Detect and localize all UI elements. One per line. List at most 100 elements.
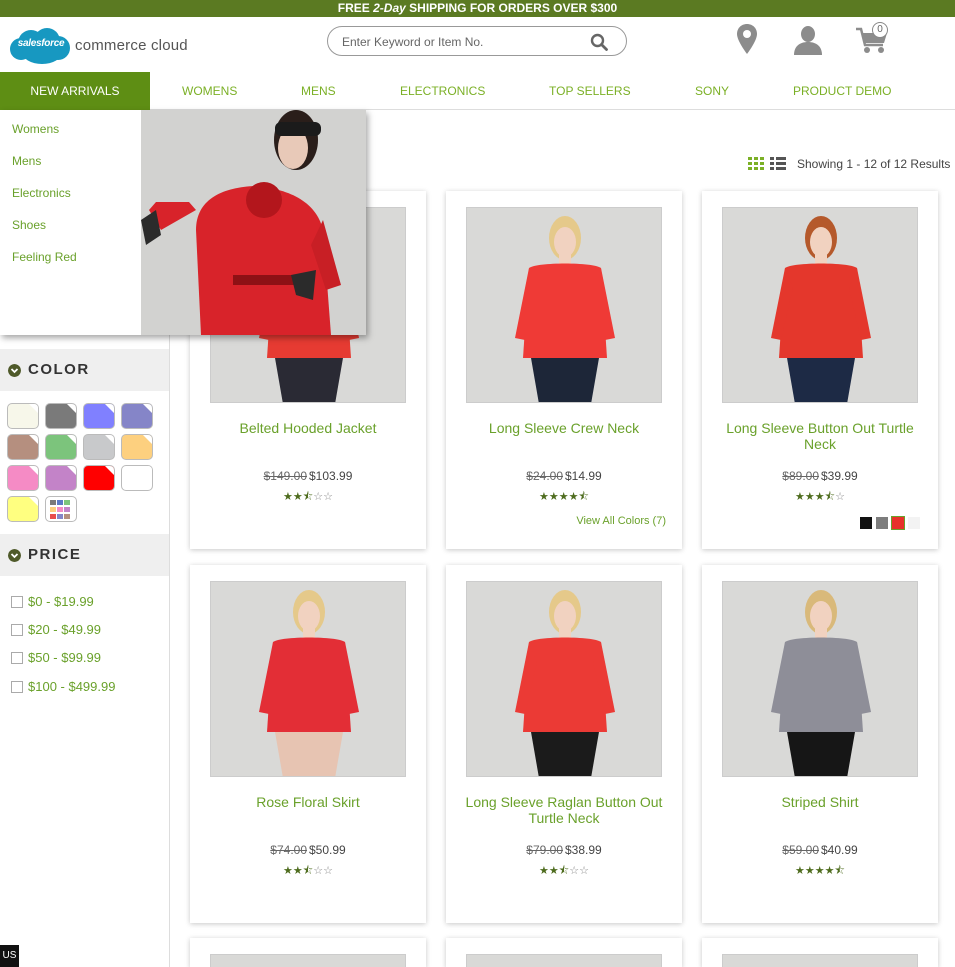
price-option[interactable]: $100 - $499.99 (11, 679, 115, 694)
color-swatch[interactable] (7, 434, 39, 460)
product-tile[interactable]: Long Sleeve Button Out Turtle Neck $89.00… (702, 191, 938, 549)
salesforce-cloud-logo: salesforce (8, 24, 72, 66)
nav-mens[interactable]: MENS (301, 72, 336, 110)
grid-view-icon[interactable] (748, 157, 764, 170)
cart-button[interactable]: 0 (855, 22, 891, 58)
color-swatch[interactable] (83, 434, 115, 460)
refinement-header-price[interactable]: PRICE (0, 534, 169, 576)
search-icon[interactable] (590, 33, 608, 51)
nav-new-arrivals[interactable]: NEW ARRIVALS (0, 72, 150, 110)
star-empty-icon: ☆ (323, 491, 333, 503)
location-pin-icon[interactable] (736, 23, 758, 55)
star-full-icon: ★ (539, 865, 549, 877)
refinement-title-price: PRICE (28, 546, 82, 563)
model-red-coat-image (141, 110, 366, 335)
search-input[interactable] (342, 33, 582, 51)
dropdown-promo-image[interactable] (141, 110, 366, 335)
view-all-colors-link[interactable]: View All Colors (7) (576, 515, 666, 527)
product-image[interactable] (722, 581, 918, 777)
sale-price: $40.99 (821, 843, 858, 857)
nav-womens[interactable]: WOMENS (182, 72, 237, 110)
product-name[interactable]: Long Sleeve Crew Neck (456, 420, 672, 436)
price-option[interactable]: $50 - $99.99 (11, 650, 101, 665)
locale-badge[interactable]: US (0, 945, 19, 967)
product-tile[interactable]: Striped Shirt $59.00 $40.99 ★★★★⯪ (702, 565, 938, 923)
product-image[interactable] (210, 581, 406, 777)
star-half-icon: ⯪ (558, 865, 570, 877)
color-swatch[interactable] (83, 403, 115, 429)
dropdown-links: Womens Mens Electronics Shoes Feeling Re… (12, 122, 77, 282)
color-swatch[interactable] (45, 403, 77, 429)
product-tile[interactable]: Long Sleeve Raglan Button Out Turtle Nec… (446, 565, 682, 923)
product-tile[interactable] (702, 938, 938, 967)
nav-product-demo[interactable]: PRODUCT DEMO (793, 72, 891, 110)
product-image[interactable] (722, 207, 918, 403)
dropdown-link-feeling-red[interactable]: Feeling Red (12, 250, 77, 282)
product-image[interactable] (466, 207, 662, 403)
color-chip[interactable] (891, 516, 905, 530)
site-logo[interactable]: salesforce commerce cloud (8, 24, 188, 66)
product-image[interactable] (466, 581, 662, 777)
product-photo (467, 208, 661, 402)
product-price: $79.00 $38.99 (446, 843, 682, 857)
price-checkbox[interactable] (11, 623, 23, 636)
product-name[interactable]: Long Sleeve Button Out Turtle Neck (712, 420, 928, 452)
nav-electronics[interactable]: ELECTRONICS (400, 72, 485, 110)
price-option[interactable]: $20 - $49.99 (11, 622, 101, 637)
product-tile[interactable] (190, 938, 426, 967)
list-view-icon[interactable] (770, 157, 786, 170)
product-price: $74.00 $50.99 (190, 843, 426, 857)
color-chip[interactable] (908, 517, 920, 529)
color-swatch[interactable] (45, 465, 77, 491)
star-half-icon: ⯪ (302, 865, 314, 877)
refinement-header-color[interactable]: COLOR (0, 349, 169, 391)
logo-text: commerce cloud (75, 36, 188, 54)
color-swatch[interactable] (83, 465, 115, 491)
product-tile[interactable]: Long Sleeve Crew Neck $24.00 $14.99 ★★★★⯪ Vi… (446, 191, 682, 549)
dropdown-link-shoes[interactable]: Shoes (12, 218, 77, 250)
product-name[interactable]: Rose Floral Skirt (200, 794, 416, 810)
star-full-icon: ★ (558, 491, 569, 503)
product-name[interactable]: Long Sleeve Raglan Button Out Turtle Nec… (456, 794, 672, 826)
star-empty-icon: ☆ (323, 865, 333, 877)
sale-price: $14.99 (565, 469, 602, 483)
product-name[interactable]: Belted Hooded Jacket (200, 420, 416, 436)
product-tile[interactable] (446, 938, 682, 967)
price-option[interactable]: $0 - $19.99 (11, 594, 94, 609)
star-half-icon: ⯪ (578, 491, 589, 503)
star-full-icon: ★ (814, 865, 825, 877)
color-chip[interactable] (860, 517, 872, 529)
standard-price: $149.00 (263, 469, 307, 483)
dropdown-link-mens[interactable]: Mens (12, 154, 77, 186)
product-image[interactable] (466, 954, 662, 967)
product-image[interactable] (722, 954, 918, 967)
product-name[interactable]: Striped Shirt (712, 794, 928, 810)
star-full-icon: ★ (283, 491, 293, 503)
price-checkbox[interactable] (11, 651, 23, 664)
color-swatch[interactable] (121, 434, 153, 460)
product-image[interactable] (210, 954, 406, 967)
price-checkbox[interactable] (11, 595, 23, 608)
star-full-icon: ★ (292, 865, 303, 877)
nav-sony[interactable]: SONY (695, 72, 729, 110)
color-swatch[interactable] (7, 403, 39, 429)
dropdown-link-womens[interactable]: Womens (12, 122, 77, 154)
star-half-icon: ⯪ (302, 491, 314, 503)
product-tile[interactable]: Rose Floral Skirt $74.00 $50.99 ★★⯪☆☆ (190, 565, 426, 923)
nav-top-sellers[interactable]: TOP SELLERS (549, 72, 631, 110)
dropdown-link-electronics[interactable]: Electronics (12, 186, 77, 218)
product-price: $149.00 $103.99 (190, 469, 426, 483)
color-swatch[interactable] (7, 465, 39, 491)
color-chip[interactable] (876, 517, 888, 529)
price-checkbox[interactable] (11, 680, 23, 693)
user-icon[interactable] (793, 25, 823, 55)
color-swatch[interactable] (121, 465, 153, 491)
color-swatch[interactable] (121, 403, 153, 429)
results-count: Showing 1 - 12 of 12 Results (797, 157, 951, 171)
star-half-icon: ⯪ (824, 491, 836, 503)
color-swatch[interactable] (45, 434, 77, 460)
swatch-fold (29, 466, 38, 475)
swatch-fold (105, 466, 114, 475)
color-swatch[interactable] (45, 496, 77, 522)
color-swatch[interactable] (7, 496, 39, 522)
